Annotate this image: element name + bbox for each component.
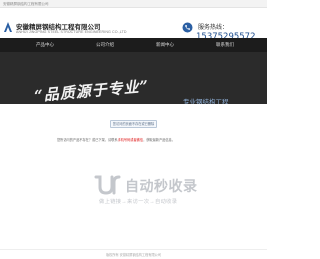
hotline-label: 服务热线： xyxy=(198,25,229,31)
desc-text-before: 您所访问的产品不存在？或已下架，请联系 xyxy=(57,138,118,142)
top-bar-text: 安徽精屏钢结构工程有限公司 xyxy=(3,2,49,6)
watermark-brand: 自动秒收录 xyxy=(125,178,198,194)
company-logo-icon[interactable] xyxy=(3,21,13,33)
nav-item-about[interactable]: 公司介绍 xyxy=(85,38,125,52)
main-content: 您访问的页面不存在或已删除 您所访问的产品不存在？或已下架，请联系手机号码或者微… xyxy=(0,104,267,259)
site-footer: 版权所有 安徽精屏钢结构工程有限公司 xyxy=(0,249,267,259)
desc-highlight: 手机号码或者微信 xyxy=(117,138,144,142)
error-description: 您所访问的产品不存在？或已下架，请联系手机号码或者微信，获取最新产品信息。 xyxy=(57,137,175,142)
banner-calligraphy: “品质源于专业” xyxy=(33,77,150,104)
main-nav: 产品中心 公司介绍 新闻中心 联系我们 xyxy=(0,38,267,52)
banner-slogan: 专业钢结构工程 xyxy=(183,99,229,104)
top-bar: 安徽精屏钢结构工程有限公司 xyxy=(0,0,267,8)
company-name-english: ANHUI JINGPING STEEL STRUCTURE ENGINEERI… xyxy=(16,30,127,34)
phone-icon xyxy=(182,22,193,33)
hero-banner: “品质源于专业” 专业钢结构工程 xyxy=(0,52,267,104)
footer-copyright: 版权所有 安徽精屏钢结构工程有限公司 xyxy=(105,253,162,257)
watermark-slogan: 做上链接→来访一次→自动收录 xyxy=(99,199,178,205)
nav-item-news[interactable]: 新闻中心 xyxy=(145,38,185,52)
nav-item-products[interactable]: 产品中心 xyxy=(25,38,65,52)
error-message: 您访问的页面不存在或已删除 xyxy=(110,120,157,128)
site-header: 安徽精屏钢结构工程有限公司 ANHUI JINGPING STEEL STRUC… xyxy=(0,8,267,42)
desc-text-after: ，获取最新产品信息。 xyxy=(143,138,175,142)
watermark-logo-icon xyxy=(94,175,121,195)
nav-item-contact[interactable]: 联系我们 xyxy=(205,38,245,52)
